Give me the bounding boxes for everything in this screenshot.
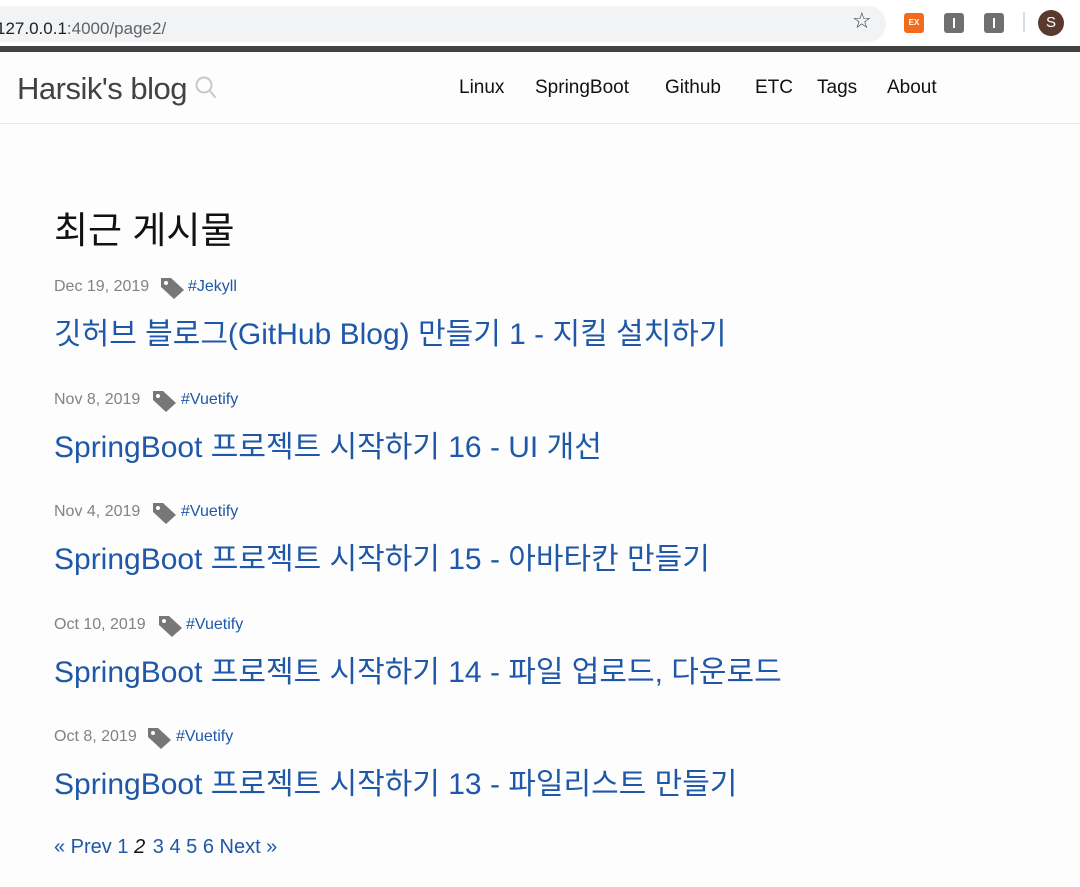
post-title-link[interactable]: SpringBoot 프로젝트 시작하기 15 - 아바타칸 만들기: [54, 534, 1034, 578]
tag-icon: [159, 616, 182, 637]
tag-icon: [161, 278, 184, 299]
address-bar[interactable]: 127.0.0.1:4000/page2/: [0, 6, 886, 42]
nav-link-tags[interactable]: Tags: [817, 77, 857, 99]
post-title-link[interactable]: SpringBoot 프로젝트 시작하기 13 - 파일리스트 만들기: [54, 759, 1034, 803]
page-link-3[interactable]: 3: [153, 836, 164, 858]
post-title-link[interactable]: SpringBoot 프로젝트 시작하기 16 - UI 개선: [54, 422, 1034, 466]
toolbar-divider: [1023, 12, 1025, 32]
post-date: Dec 19, 2019: [54, 278, 150, 295]
post-date: Nov 8, 2019: [54, 391, 141, 408]
post-meta: Nov 4, 2019 #Vuetify: [54, 500, 1034, 526]
page-title: 최근 게시물: [54, 210, 235, 251]
url-path: :4000/page2/: [66, 19, 167, 38]
nav-link-linux[interactable]: Linux: [459, 77, 504, 99]
nav-link-github[interactable]: Github: [665, 77, 721, 99]
post-meta: Oct 8, 2019 #Vuetify: [54, 725, 1034, 751]
post-tag-link[interactable]: #Vuetify: [181, 503, 238, 521]
profile-avatar[interactable]: S: [1038, 10, 1064, 36]
current-page: 2: [134, 836, 146, 858]
post-item: Oct 10, 2019 #Vuetify SpringBoot 프로젝트 시작…: [54, 613, 1034, 691]
post-date: Oct 10, 2019: [54, 616, 146, 633]
post-title-link[interactable]: SpringBoot 프로젝트 시작하기 14 - 파일 업로드, 다운로드: [54, 647, 1034, 691]
post-tag-link[interactable]: #Vuetify: [186, 616, 243, 634]
post-meta: Dec 19, 2019 #Jekyll: [54, 275, 1034, 301]
site-header: Harsik's blog Linux SpringBoot Github ET…: [0, 52, 1080, 124]
post-tag-link[interactable]: #Jekyll: [188, 278, 237, 296]
address-text[interactable]: 127.0.0.1:4000/page2/: [0, 19, 166, 39]
post-date: Oct 8, 2019: [54, 728, 137, 745]
tag-icon: [153, 391, 176, 412]
prev-page-link[interactable]: « Prev: [54, 836, 112, 858]
pagination: « Prev 1 2 3 4 5 6 Next »: [54, 836, 277, 859]
page-link-1[interactable]: 1: [117, 836, 128, 858]
post-meta: Nov 8, 2019 #Vuetify: [54, 388, 1034, 414]
tag-icon: [153, 503, 176, 524]
next-page-link[interactable]: Next »: [220, 836, 278, 858]
url-host: 127.0.0.1: [0, 19, 67, 38]
bookmark-star-icon[interactable]: ☆: [852, 10, 872, 32]
nav-link-springboot[interactable]: SpringBoot: [535, 77, 629, 99]
nav-link-about[interactable]: About: [887, 77, 937, 99]
post-item: Nov 4, 2019 #Vuetify SpringBoot 프로젝트 시작하…: [54, 500, 1034, 578]
post-item: Dec 19, 2019 #Jekyll 깃허브 블로그(GitHub Blog…: [54, 275, 1034, 353]
page-link-4[interactable]: 4: [169, 836, 180, 858]
post-tag-link[interactable]: #Vuetify: [176, 728, 233, 746]
tag-icon: [148, 728, 171, 749]
post-item: Oct 8, 2019 #Vuetify SpringBoot 프로젝트 시작하…: [54, 725, 1034, 803]
site-title-link[interactable]: Harsik's blog: [17, 71, 187, 107]
post-item: Nov 8, 2019 #Vuetify SpringBoot 프로젝트 시작하…: [54, 388, 1034, 466]
nav-link-etc[interactable]: ETC: [755, 77, 793, 99]
search-icon[interactable]: [195, 76, 217, 100]
extension-ex-icon[interactable]: EX: [904, 13, 924, 33]
extension-icon[interactable]: [984, 13, 1004, 33]
page-link-6[interactable]: 6: [203, 836, 214, 858]
extension-icon[interactable]: [944, 13, 964, 33]
browser-toolbar: 127.0.0.1:4000/page2/ ☆ EX S: [0, 0, 1080, 46]
post-tag-link[interactable]: #Vuetify: [181, 391, 238, 409]
post-title-link[interactable]: 깃허브 블로그(GitHub Blog) 만들기 1 - 지킬 설치하기: [54, 309, 1034, 353]
post-meta: Oct 10, 2019 #Vuetify: [54, 613, 1034, 639]
post-date: Nov 4, 2019: [54, 503, 141, 520]
page-link-5[interactable]: 5: [186, 836, 197, 858]
